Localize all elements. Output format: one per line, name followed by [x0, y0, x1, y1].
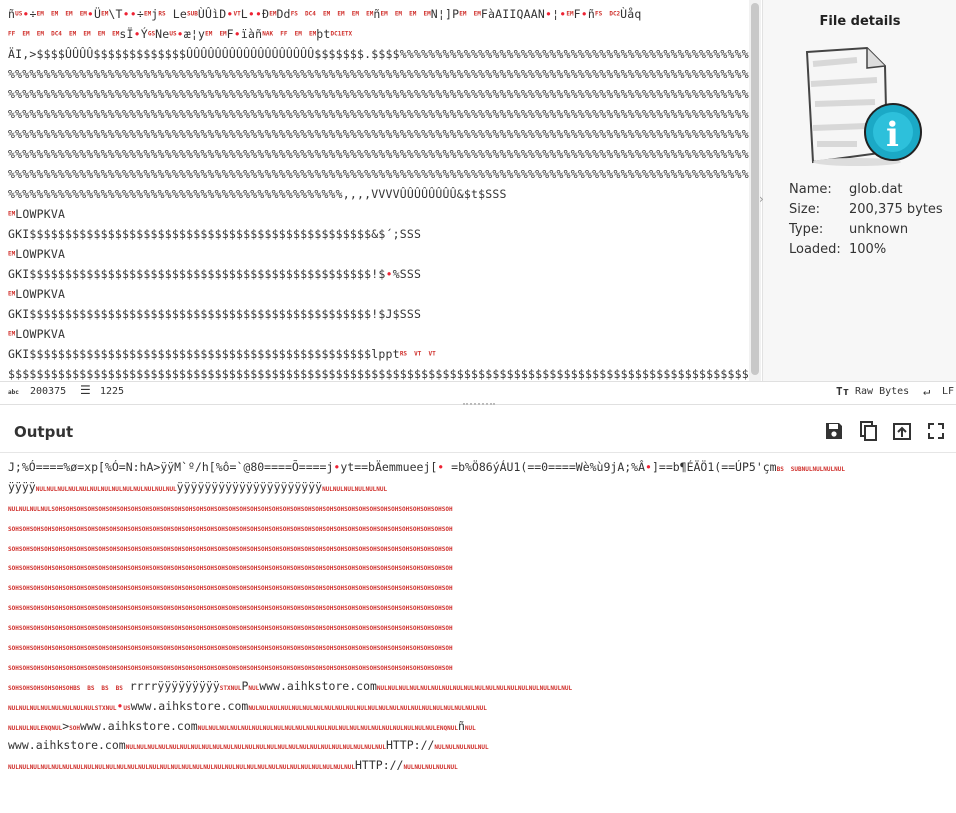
output-header: Output — [0, 411, 956, 451]
output-line: SOHSOHSOHSOHSOHSOHSOHSOHSOHSOHSOHSOHSOHS… — [8, 525, 453, 533]
input-line: EMLOWPKVA — [8, 207, 66, 221]
input-line: EMLOWPKVA — [8, 247, 66, 261]
detail-size: Size: 200,375 bytes — [789, 202, 943, 217]
output-line: ÿÿÿÿNULNULNULNULNULNULNULNULNULNULNULNUL… — [8, 479, 388, 494]
input-line: %%%%%%%%%%%%%%%%%%%%%%%%%%%%%%%%%%%%%%%%… — [8, 67, 749, 81]
detail-type: Type: unknown — [789, 222, 909, 237]
detail-loaded: Loaded: 100% — [789, 242, 887, 257]
output-line: NULNULNULNULNULNULNULNULNULNULNULNULNULN… — [8, 758, 458, 773]
input-length: 200375 — [30, 386, 67, 397]
detail-name: Name: glob.dat — [789, 182, 903, 197]
input-line: GKI$$$$$$$$$$$$$$$$$$$$$$$$$$$$$$$$$$$$$… — [8, 267, 422, 281]
input-line: EMLOWPKVA — [8, 287, 66, 301]
input-line: %%%%%%%%%%%%%%%%%%%%%%%%%%%%%%%%%%%%%%%%… — [8, 167, 749, 181]
eol-icon[interactable]: ↵ — [923, 384, 930, 398]
lines-icon: ☰ — [80, 383, 91, 397]
output-line: NULNULNULNULSOHSOHSOHSOHSOHSOHSOHSOHSOHS… — [8, 505, 453, 513]
output-line: SOHSOHSOHSOHSOHSOHSOHSOHSOHSOHSOHSOHSOHS… — [8, 545, 453, 553]
raw-bytes-icon[interactable]: Tт — [836, 385, 849, 398]
input-line: GKI$$$$$$$$$$$$$$$$$$$$$$$$$$$$$$$$$$$$$… — [8, 347, 436, 361]
output-line: NULNULNULENQNUL>SOHwww.aihkstore.comNULN… — [8, 718, 476, 733]
input-line: %%%%%%%%%%%%%%%%%%%%%%%%%%%%%%%%%%%%%%%%… — [8, 187, 507, 201]
output-line: SOHSOHSOHSOHSOHSOHSOHSOHSOHSOHSOHSOHSOHS… — [8, 585, 453, 593]
svg-text:i: i — [886, 115, 899, 155]
input-line: %%%%%%%%%%%%%%%%%%%%%%%%%%%%%%%%%%%%%%%%… — [8, 147, 749, 161]
save-icon[interactable] — [823, 420, 845, 442]
raw-bytes-toggle[interactable]: Raw Bytes — [855, 386, 909, 397]
file-details-title: File details — [819, 14, 901, 29]
output-line: NULNULNULNULNULNULNULNULSTXNUL•USwww.aih… — [8, 698, 487, 713]
input-line: $$$$$$$$$$$$$$$$$$$$$$$$$$$$$$$$$$$$$$$$… — [8, 367, 749, 381]
input-textarea[interactable]: ñUS•÷EM EM EM EM•ÜEM\T••÷EMjRS LeSUBÙÛìD… — [0, 0, 749, 381]
input-line: FF EM EM DC4 EM EM EM EMsÏ•ÝGSNeUS•æ¦yEM… — [8, 27, 353, 41]
input-panel: ñUS•÷EM EM EM EM•ÜEM\T••÷EMjRS LeSUBÙÛìD… — [0, 0, 956, 381]
length-icon: abc — [8, 389, 19, 396]
input-line: %%%%%%%%%%%%%%%%%%%%%%%%%%%%%%%%%%%%%%%%… — [8, 127, 749, 141]
scrollbar-thumb[interactable] — [751, 3, 759, 375]
input-line: GKI$$$$$$$$$$$$$$$$$$$$$$$$$$$$$$$$$$$$$… — [8, 307, 422, 321]
output-line: SOHSOHSOHSOHSOHSOHSOHSOHSOHSOHSOHSOHSOHS… — [8, 565, 453, 573]
replace-input-icon[interactable] — [891, 420, 913, 442]
maximise-icon[interactable] — [925, 420, 947, 442]
eol-selector[interactable]: LF — [942, 386, 954, 397]
collapse-panel-handle[interactable]: › — [759, 192, 764, 206]
input-line: EMLOWPKVA — [8, 327, 66, 341]
input-line: %%%%%%%%%%%%%%%%%%%%%%%%%%%%%%%%%%%%%%%%… — [8, 87, 749, 101]
input-lines: 1225 — [100, 386, 125, 397]
input-line: ñUS•÷EM EM EM EM•ÜEM\T••÷EMjRS LeSUBÙÛìD… — [8, 7, 642, 21]
input-scrollbar[interactable] — [749, 0, 761, 381]
output-line: SOHSOHSOHSOHSOHSOHSOHSOHSOHSOHSOHSOHSOHS… — [8, 605, 453, 613]
output-line: J;%Ó====%ø=xp[%Ó=N:hA>ÿÿM`º/h[%ô=`@80===… — [8, 460, 845, 474]
file-info-icon: i — [805, 46, 922, 166]
output-line: SOHSOHSOHSOHSOHSOHSOHSOHSOHSOHSOHSOHSOHS… — [8, 645, 453, 653]
input-status-bar: abc 200375 ☰ 1225 Tт Raw Bytes ↵ LF — [0, 381, 956, 405]
copy-icon[interactable] — [857, 420, 879, 442]
output-line: SOHSOHSOHSOHSOHSOHSOHSOHSOHSOHSOHSOHSOHS… — [8, 625, 453, 633]
output-line: www.aihkstore.comNULNULNULNULNULNULNULNU… — [8, 738, 489, 753]
input-line: GKI$$$$$$$$$$$$$$$$$$$$$$$$$$$$$$$$$$$$$… — [8, 227, 422, 241]
output-textarea[interactable]: J;%Ó====%ø=xp[%Ó=N:hA>ÿÿM`º/h[%ô=`@80===… — [0, 452, 956, 813]
output-line: SOHSOHSOHSOHSOHSOHSOHSOHSOHSOHSOHSOHSOHS… — [8, 664, 453, 672]
input-line: ÄI,>$$$$ÛÛÛÛ$$$$$$$$$$$$$ÛÛÛÛÛÛÛÛÛÛÛÛÛÛÛ… — [8, 47, 749, 61]
file-details-panel: › File details i Name: glob.dat Size: 200,… — [759, 0, 956, 381]
output-line: SOHSOHSOHSOHSOHSOHBS BS BS BS rrrrÿÿÿÿÿÿ… — [8, 678, 573, 693]
output-title: Output — [14, 423, 74, 441]
panel-resize-handle[interactable] — [463, 403, 495, 409]
input-line: %%%%%%%%%%%%%%%%%%%%%%%%%%%%%%%%%%%%%%%%… — [8, 107, 749, 121]
